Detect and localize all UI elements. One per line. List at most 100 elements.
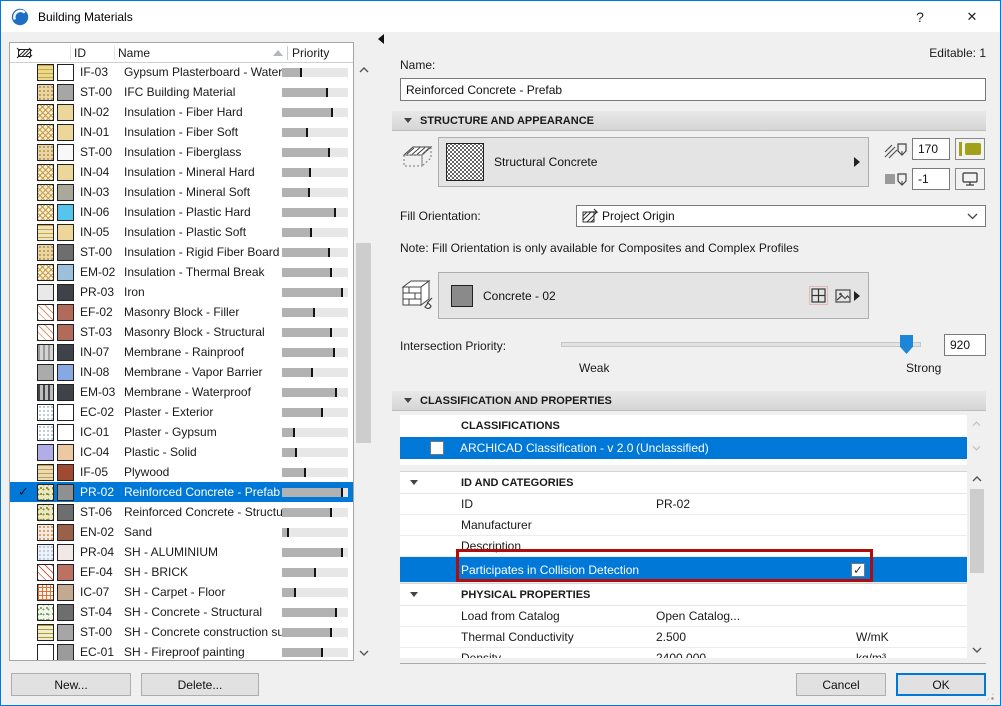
property-value[interactable]: PR-02: [656, 497, 856, 511]
table-row[interactable]: ✓ PR-02 Reinforced Concrete - Prefab: [10, 482, 353, 502]
scroll-down-icon[interactable]: [969, 441, 983, 455]
scroll-up-icon[interactable]: [355, 61, 372, 78]
property-value[interactable]: 2400.000: [656, 651, 856, 658]
property-label: Thermal Conductivity: [461, 630, 574, 644]
surface-dropdown[interactable]: Concrete - 02: [438, 272, 869, 319]
table-row[interactable]: IN-07 Membrane - Rainproof: [10, 342, 353, 362]
table-row[interactable]: PR-03 Iron: [10, 282, 353, 302]
pattern-swatch: [37, 143, 54, 161]
pattern-swatch: [37, 323, 54, 341]
scroll-up-icon[interactable]: [969, 417, 983, 431]
material-id: EF-04: [80, 565, 113, 579]
priority-bar: [282, 427, 348, 437]
material-id: EN-02: [80, 525, 115, 539]
scroll-down-icon[interactable]: [969, 642, 985, 658]
table-row[interactable]: IN-06 Insulation - Plastic Hard: [10, 202, 353, 222]
property-row[interactable]: Manufacturer: [400, 515, 967, 536]
priority-bar: [282, 607, 348, 617]
table-row[interactable]: IN-04 Insulation - Mineral Hard: [10, 162, 353, 182]
table-row[interactable]: EF-02 Masonry Block - Filler: [10, 302, 353, 322]
scroll-up-icon[interactable]: [969, 471, 985, 487]
material-id: ST-06: [80, 505, 113, 519]
fill-orientation-dropdown[interactable]: Project Origin: [576, 205, 986, 227]
table-row[interactable]: IC-01 Plaster - Gypsum: [10, 422, 353, 442]
table-row[interactable]: ST-00 Insulation - Rigid Fiber Board: [10, 242, 353, 262]
priority-slider-handle[interactable]: [900, 335, 913, 354]
classifications-scrollbar[interactable]: [969, 415, 983, 461]
help-button[interactable]: ?: [900, 1, 940, 32]
table-row[interactable]: IN-01 Insulation - Fiber Soft: [10, 122, 353, 142]
property-row[interactable]: Density 2400.000 kg/m³: [400, 648, 967, 658]
table-row[interactable]: EF-04 SH - BRICK: [10, 562, 353, 582]
table-row[interactable]: EN-02 Sand: [10, 522, 353, 542]
table-row[interactable]: ST-00 IFC Building Material: [10, 82, 353, 102]
table-row[interactable]: EM-02 Insulation - Thermal Break: [10, 262, 353, 282]
screen-only-button[interactable]: [955, 168, 985, 190]
section-structure-and-appearance[interactable]: STRUCTURE AND APPEARANCE: [392, 111, 986, 131]
table-row[interactable]: IF-03 Gypsum Plasterboard - Waterproo: [10, 62, 353, 82]
table-row[interactable]: PR-04 SH - ALUMINIUM: [10, 542, 353, 562]
property-row[interactable]: Description: [400, 536, 967, 557]
texture-image-icon[interactable]: [834, 287, 852, 305]
property-row[interactable]: Load from Catalog Open Catalog...: [400, 606, 967, 627]
pattern-swatch: [37, 443, 54, 461]
table-row[interactable]: IN-05 Insulation - Plastic Soft: [10, 222, 353, 242]
delete-button[interactable]: Delete...: [141, 673, 259, 696]
priority-slider-track[interactable]: [561, 342, 921, 347]
materials-scrollbar[interactable]: [355, 61, 372, 661]
table-row[interactable]: ST-04 SH - Concrete - Structural: [10, 602, 353, 622]
table-row[interactable]: EC-01 SH - Fireproof painting: [10, 642, 353, 660]
cut-fill-dropdown[interactable]: Structural Concrete: [438, 137, 869, 187]
color-swatch: [57, 323, 74, 341]
property-row[interactable]: Participates in Collision Detection ✓: [400, 557, 967, 583]
fill-pen-color-button[interactable]: [955, 138, 985, 160]
scrollbar-thumb[interactable]: [356, 243, 371, 443]
classification-checkbox[interactable]: [430, 441, 444, 455]
name-input[interactable]: [400, 78, 986, 101]
color-swatch: [57, 243, 74, 261]
intersection-priority-label: Intersection Priority:: [400, 339, 507, 353]
grid-icon[interactable]: [809, 286, 828, 305]
property-label: Manufacturer: [461, 518, 532, 532]
pattern-swatch: [37, 543, 54, 561]
panel-collapse-arrow[interactable]: [378, 34, 384, 44]
table-row[interactable]: EC-02 Plaster - Exterior: [10, 402, 353, 422]
material-id: IC-07: [80, 585, 110, 599]
cancel-button[interactable]: Cancel: [796, 673, 886, 696]
property-group-header[interactable]: ID AND CATEGORIES: [400, 471, 967, 494]
table-row[interactable]: IC-04 Plastic - Solid: [10, 442, 353, 462]
ok-button[interactable]: OK: [896, 673, 986, 696]
table-row[interactable]: ST-00 Insulation - Fiberglass: [10, 142, 353, 162]
properties-scrollbar[interactable]: [969, 471, 985, 658]
scroll-down-icon[interactable]: [355, 644, 372, 661]
fill-pen-number-field[interactable]: [912, 138, 950, 160]
material-name: Insulation - Plastic Hard: [124, 205, 251, 219]
close-button[interactable]: ✕: [952, 1, 992, 32]
classification-row[interactable]: ARCHICAD Classification - v 2.0 (Unclass…: [400, 437, 967, 459]
background-pen-number-field[interactable]: [912, 168, 950, 190]
priority-value-field[interactable]: [944, 334, 986, 356]
table-row[interactable]: IN-08 Membrane - Vapor Barrier: [10, 362, 353, 382]
expand-right-icon: [854, 157, 860, 167]
property-value[interactable]: Open Catalog...: [656, 609, 856, 623]
pattern-swatch: [37, 283, 54, 301]
scrollbar-thumb[interactable]: [970, 489, 984, 573]
table-row[interactable]: IN-03 Insulation - Mineral Soft: [10, 182, 353, 202]
table-row[interactable]: IC-07 SH - Carpet - Floor: [10, 582, 353, 602]
table-row[interactable]: IN-02 Insulation - Fiber Hard: [10, 102, 353, 122]
property-group-header[interactable]: PHYSICAL PROPERTIES: [400, 583, 967, 606]
property-row[interactable]: ID PR-02: [400, 494, 967, 515]
table-row[interactable]: ST-03 Masonry Block - Structural: [10, 322, 353, 342]
table-row[interactable]: IF-05 Plywood: [10, 462, 353, 482]
resize-grip[interactable]: [985, 691, 996, 702]
collision-detection-checkbox[interactable]: ✓: [851, 562, 865, 577]
section-classification-and-properties[interactable]: CLASSIFICATION AND PROPERTIES: [392, 391, 986, 411]
collapse-triangle-icon: [410, 592, 418, 597]
property-row[interactable]: Thermal Conductivity 2.500 W/mK: [400, 627, 967, 648]
color-swatch: [57, 463, 74, 481]
new-button[interactable]: New...: [11, 673, 131, 696]
table-row[interactable]: ST-06 Reinforced Concrete - Structural: [10, 502, 353, 522]
property-value[interactable]: 2.500: [656, 630, 856, 644]
table-row[interactable]: ST-00 SH - Concrete construction sub-flo: [10, 622, 353, 642]
table-row[interactable]: EM-03 Membrane - Waterproof: [10, 382, 353, 402]
